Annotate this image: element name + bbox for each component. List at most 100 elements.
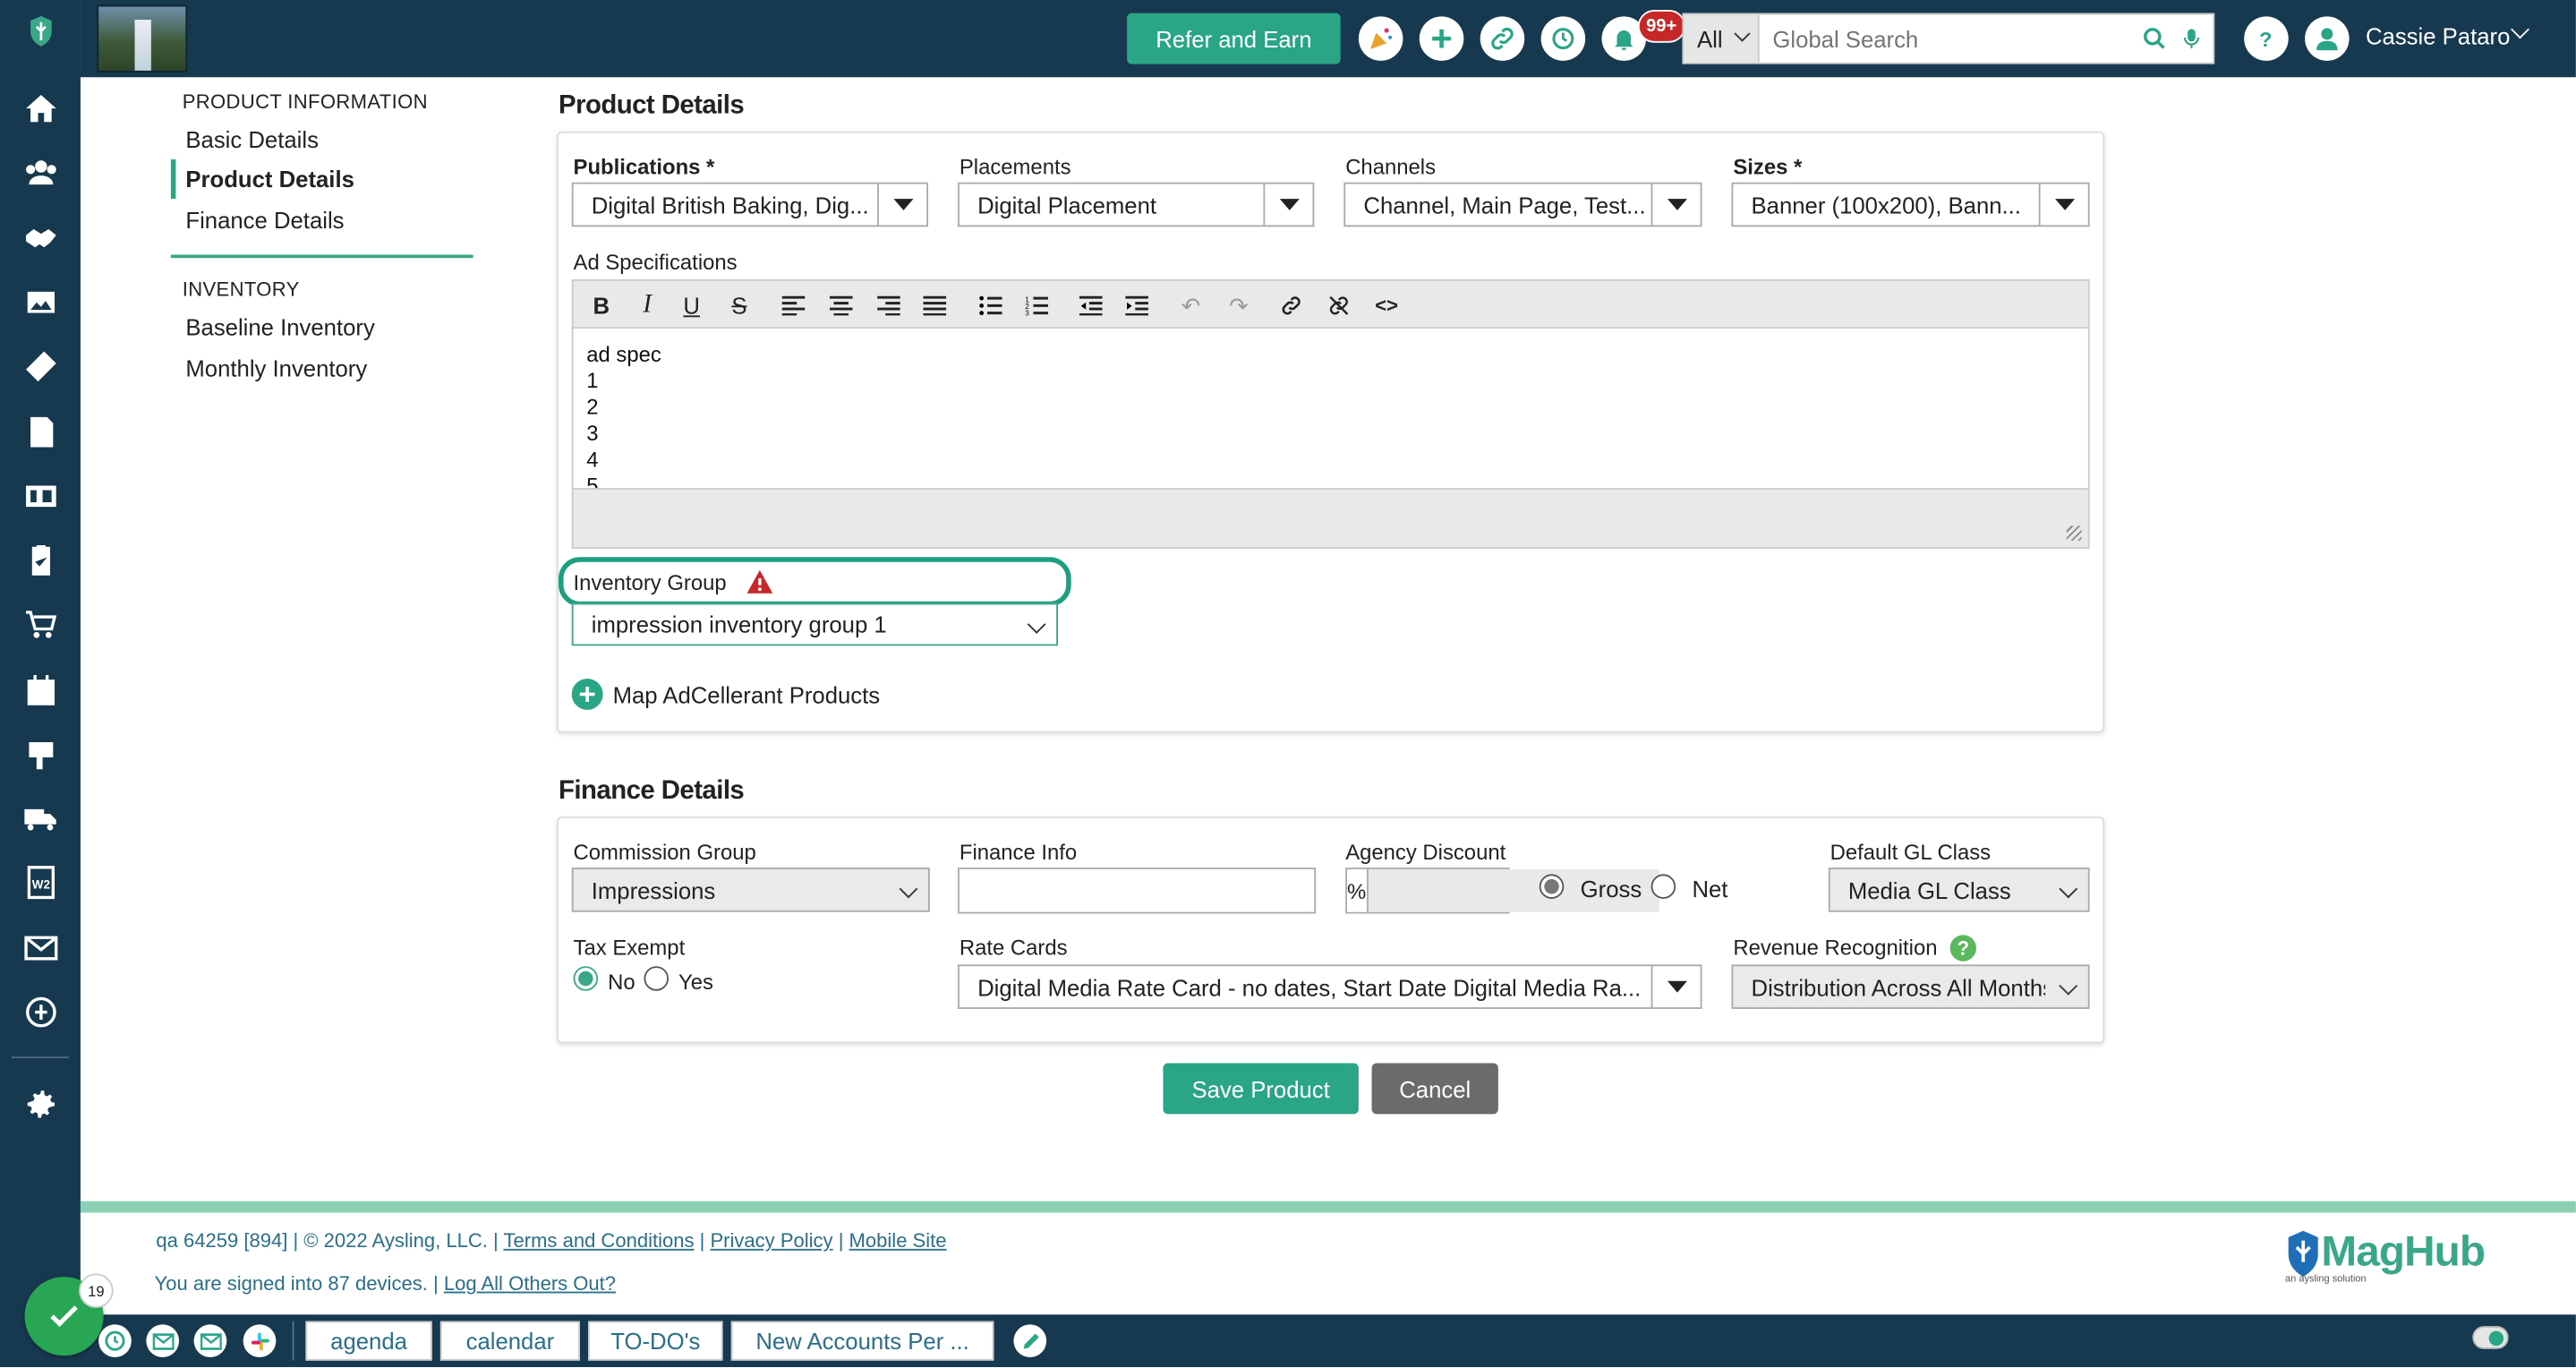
inbox-icon[interactable] — [193, 1324, 227, 1358]
indent-icon[interactable] — [1122, 293, 1152, 319]
help-icon[interactable]: ? — [2244, 16, 2289, 61]
tab-todos[interactable]: TO-DO's — [588, 1321, 723, 1361]
active-nav-indicator — [170, 159, 176, 200]
user-menu-chevron-icon[interactable] — [2511, 20, 2529, 39]
tab-calendar[interactable]: calendar — [439, 1321, 580, 1361]
unlink-icon[interactable] — [1324, 293, 1353, 319]
calendar-star-icon[interactable] — [20, 669, 61, 710]
search-scope-select[interactable]: All — [1684, 14, 1760, 63]
user-name[interactable]: Cassie Pataro — [2366, 23, 2510, 49]
rate-cards-select[interactable]: Digital Media Rate Card - no dates, Star… — [958, 964, 1702, 1009]
revenue-recognition-select[interactable]: Distribution Across All Months — [1731, 964, 2090, 1009]
toggle-switch[interactable] — [2472, 1326, 2509, 1349]
chevron-down-icon — [1027, 615, 1046, 634]
finance-info-input[interactable] — [958, 868, 1317, 914]
global-search-input[interactable] — [1759, 16, 2121, 61]
invoice-icon[interactable] — [20, 411, 61, 452]
default-gl-class-select[interactable]: Media GL Class — [1828, 868, 2090, 912]
help-circle-icon[interactable]: ? — [1949, 935, 1976, 962]
add-circle-icon[interactable] — [571, 679, 603, 710]
slack-icon[interactable] — [243, 1324, 277, 1358]
strikethrough-icon[interactable]: S — [724, 293, 754, 319]
outdent-icon[interactable] — [1076, 293, 1105, 319]
clock-icon[interactable] — [98, 1324, 132, 1358]
truck-icon[interactable] — [20, 797, 61, 838]
maghub-logo-icon[interactable] — [20, 10, 61, 51]
tax-exempt-yes-radio[interactable] — [644, 966, 670, 991]
tax-exempt-no-radio[interactable] — [573, 966, 599, 991]
bold-icon[interactable]: B — [586, 293, 616, 319]
email-icon[interactable] — [146, 1324, 180, 1358]
w2-form-icon[interactable]: W2 — [20, 861, 61, 902]
billing-icon[interactable] — [20, 475, 61, 516]
nav-baseline-inventory[interactable]: Baseline Inventory — [185, 314, 374, 340]
mail-icon[interactable] — [20, 927, 61, 968]
support-icon[interactable] — [20, 991, 61, 1032]
search-icon[interactable] — [2142, 26, 2167, 59]
refer-and-earn-button[interactable]: Refer and Earn — [1127, 13, 1341, 64]
add-icon[interactable] — [1419, 16, 1464, 61]
inventory-group-select[interactable]: impression inventory group 1 — [571, 603, 1058, 646]
contacts-icon[interactable] — [20, 151, 61, 192]
underline-icon[interactable]: U — [677, 293, 706, 319]
nav-product-details[interactable]: Product Details — [185, 166, 354, 192]
account-thumbnail[interactable] — [97, 4, 188, 73]
nav-basic-details[interactable]: Basic Details — [185, 126, 319, 152]
publications-select[interactable]: Digital British Baking, Dig... — [571, 182, 929, 227]
chevron-down-icon — [2059, 976, 2078, 996]
bullet-list-icon[interactable] — [976, 293, 1005, 319]
publications-label: Publications * — [573, 154, 715, 180]
ad-spec-content[interactable]: ad spec 1 2 3 4 5 — [573, 327, 2088, 490]
tab-agenda[interactable]: agenda — [305, 1321, 432, 1361]
sizes-select[interactable]: Banner (100x200), Bann... — [1731, 182, 2090, 227]
justify-icon[interactable] — [920, 293, 950, 319]
align-right-icon[interactable] — [874, 293, 903, 319]
percent-addon: % — [1347, 868, 1369, 912]
redo-icon[interactable]: ↷ — [1224, 292, 1253, 319]
microphone-icon[interactable] — [2180, 25, 2204, 61]
align-left-icon[interactable] — [779, 293, 808, 319]
net-radio[interactable] — [1651, 874, 1676, 899]
source-code-icon[interactable]: <> — [1372, 293, 1402, 319]
mailbox-icon[interactable] — [20, 733, 61, 774]
celebrate-icon[interactable] — [1358, 16, 1403, 61]
image-icon[interactable] — [20, 281, 61, 322]
log-others-out-link[interactable]: Log All Others Out? — [444, 1272, 616, 1295]
nav-finance-details[interactable]: Finance Details — [185, 207, 344, 233]
nav-monthly-inventory[interactable]: Monthly Inventory — [185, 355, 367, 380]
terms-link[interactable]: Terms and Conditions — [503, 1229, 694, 1253]
resize-handle-icon[interactable] — [2066, 526, 2082, 541]
cart-icon[interactable] — [20, 603, 61, 645]
align-center-icon[interactable] — [826, 293, 856, 319]
dropdown-caret-icon — [2038, 184, 2088, 226]
ad-spec-line: 5 — [586, 473, 599, 490]
undo-icon[interactable]: ↶ — [1176, 292, 1206, 319]
home-icon[interactable] — [20, 87, 61, 128]
mobile-site-link[interactable]: Mobile Site — [849, 1229, 947, 1253]
gross-radio[interactable] — [1539, 874, 1565, 899]
revenue-recognition-label: Revenue Recognition — [1733, 935, 1938, 960]
tab-new-accounts[interactable]: New Accounts Per ... — [730, 1321, 994, 1361]
history-icon[interactable] — [1540, 16, 1586, 61]
edit-pencil-icon[interactable] — [1013, 1324, 1047, 1358]
map-adcellerant-link[interactable]: Map AdCellerant Products — [613, 682, 881, 708]
clipboard-icon[interactable] — [20, 539, 61, 580]
user-avatar-icon[interactable] — [2305, 16, 2350, 61]
placements-select[interactable]: Digital Placement — [958, 182, 1315, 227]
link-icon[interactable] — [1480, 16, 1525, 61]
insert-link-icon[interactable] — [1276, 293, 1306, 319]
tax-exempt-no-label: No — [608, 969, 635, 995]
channels-select[interactable]: Channel, Main Page, Test... — [1343, 182, 1702, 227]
commission-group-select[interactable]: Impressions — [571, 868, 930, 912]
svg-text:?: ? — [2259, 28, 2272, 51]
numbered-list-icon[interactable]: 123 — [1022, 293, 1052, 319]
ticket-icon[interactable] — [20, 345, 61, 386]
italic-icon[interactable]: I — [633, 291, 662, 319]
ad-spec-line: 1 — [586, 368, 599, 393]
privacy-link[interactable]: Privacy Policy — [710, 1229, 832, 1253]
save-product-button[interactable]: Save Product — [1163, 1063, 1359, 1115]
settings-gear-icon[interactable] — [20, 1083, 61, 1124]
handshake-icon[interactable] — [20, 217, 61, 258]
cancel-button[interactable]: Cancel — [1371, 1063, 1498, 1115]
tax-exempt-label: Tax Exempt — [573, 935, 686, 960]
